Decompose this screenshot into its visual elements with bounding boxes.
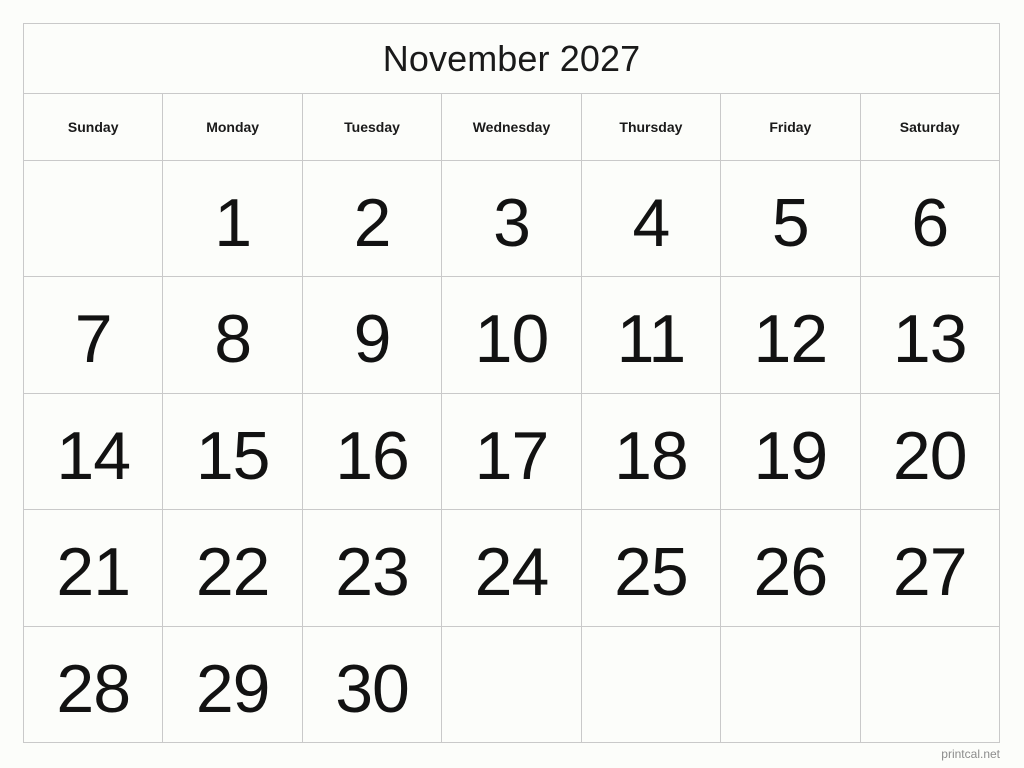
- day-number: 16: [335, 417, 410, 494]
- footer-credit-label: printcal.net: [941, 747, 1000, 761]
- day-cell-empty[interactable]: [442, 626, 582, 743]
- day-cell[interactable]: 5: [721, 161, 861, 277]
- day-number: 26: [753, 534, 829, 611]
- day-cell-empty[interactable]: [581, 626, 722, 743]
- weekday-header-thursday: Thursday: [581, 94, 722, 160]
- day-cell[interactable]: 16: [302, 393, 443, 510]
- weekday-header-friday: Friday: [721, 94, 861, 160]
- weekday-label: Friday: [769, 119, 812, 135]
- day-cell[interactable]: 7: [24, 277, 164, 393]
- day-cell-empty[interactable]: [721, 626, 861, 743]
- day-cell[interactable]: 4: [581, 161, 722, 277]
- weekday-label: Thursday: [619, 119, 683, 135]
- day-cell[interactable]: 24: [442, 510, 582, 626]
- day-number: 4: [632, 185, 670, 261]
- day-cell[interactable]: 13: [860, 277, 999, 393]
- weekday-header-wednesday: Wednesday: [442, 94, 582, 160]
- weekday-label: Saturday: [899, 119, 960, 135]
- page-title: November 2027: [382, 37, 641, 79]
- day-number: 5: [771, 185, 810, 261]
- week-row: 14 15 16 17 18 19 20: [24, 393, 999, 511]
- day-number: 30: [335, 650, 410, 727]
- day-number: 17: [474, 417, 550, 494]
- day-number: 18: [614, 417, 689, 494]
- weekday-header-tuesday: Tuesday: [302, 94, 443, 160]
- day-cell[interactable]: 25: [581, 510, 722, 626]
- day-number: 21: [56, 534, 131, 611]
- day-cell[interactable]: 15: [163, 393, 303, 510]
- weekday-header-row: Sunday Monday Tuesday Wednesday Thursday Frid…: [24, 94, 999, 161]
- day-number: 2: [353, 185, 392, 261]
- weekday-header-monday: Monday: [163, 94, 303, 160]
- calendar-footer: printcal.net: [800, 745, 1000, 763]
- calendar-page: November 2027 Sunday Monday Tuesday Wednesd…: [0, 0, 1024, 768]
- day-cell-empty[interactable]: [860, 626, 999, 743]
- day-number: 11: [616, 301, 687, 378]
- day-cell[interactable]: 14: [24, 393, 164, 510]
- weekday-label: Tuesday: [344, 119, 400, 135]
- day-number: 22: [195, 534, 271, 611]
- day-cell[interactable]: 19: [721, 393, 861, 510]
- day-cell[interactable]: 6: [860, 161, 999, 277]
- week-row: 1 2 3 4 5 6: [24, 161, 999, 278]
- calendar-title-row: November 2027: [24, 24, 999, 94]
- day-cell[interactable]: 30: [302, 626, 443, 743]
- day-number: 6: [911, 185, 949, 261]
- day-number: 3: [493, 185, 531, 261]
- calendar-table: November 2027 Sunday Monday Tuesday Wednesd…: [23, 23, 1000, 743]
- day-number: 29: [195, 650, 271, 727]
- day-cell[interactable]: 2: [302, 161, 443, 277]
- day-number: 23: [335, 534, 410, 611]
- day-cell[interactable]: 1: [163, 161, 303, 277]
- day-cell[interactable]: 27: [860, 510, 999, 626]
- day-number: 13: [892, 301, 968, 378]
- day-cell[interactable]: 26: [721, 510, 861, 626]
- week-row: 7 8 9 10 11 12 13: [24, 277, 999, 394]
- weekday-label: Wednesday: [472, 119, 551, 135]
- day-number: 8: [214, 301, 252, 378]
- day-cell-empty[interactable]: [24, 161, 164, 277]
- day-number: 24: [474, 534, 550, 611]
- day-cell[interactable]: 11: [581, 277, 722, 393]
- day-cell[interactable]: 20: [860, 393, 999, 510]
- day-number: 12: [753, 301, 829, 378]
- day-number: 20: [892, 417, 968, 494]
- day-cell[interactable]: 3: [442, 161, 582, 277]
- day-cell[interactable]: 23: [302, 510, 443, 626]
- day-cell[interactable]: 12: [721, 277, 861, 393]
- day-number: 14: [56, 417, 131, 494]
- day-number: 27: [892, 534, 968, 611]
- day-number: 10: [474, 301, 550, 378]
- weekday-header-sunday: Sunday: [24, 94, 164, 160]
- day-cell[interactable]: 10: [442, 277, 582, 393]
- day-number: 7: [74, 301, 113, 378]
- week-row: 21 22 23 24 25 26 27: [24, 510, 999, 627]
- day-number: 28: [56, 650, 131, 727]
- day-number: 9: [353, 301, 392, 378]
- day-grid: 1 2 3 4 5 6 7 8 9 10 11 12 13 14 15 16 17 18 19 20 21 22 23 24 2…: [24, 161, 999, 743]
- day-cell[interactable]: 22: [163, 510, 303, 626]
- day-cell[interactable]: 18: [581, 393, 722, 510]
- day-cell[interactable]: 21: [24, 510, 164, 626]
- day-cell[interactable]: 28: [24, 626, 164, 743]
- day-number: 15: [195, 417, 271, 494]
- weekday-label: Sunday: [67, 119, 119, 135]
- day-number: 19: [753, 417, 829, 494]
- weekday-header-saturday: Saturday: [860, 94, 999, 160]
- day-cell[interactable]: 9: [302, 277, 443, 393]
- day-number: 25: [614, 534, 689, 611]
- day-cell[interactable]: 29: [163, 626, 303, 743]
- day-cell[interactable]: 8: [163, 277, 303, 393]
- week-row: 28 29 30: [24, 626, 999, 743]
- day-cell[interactable]: 17: [442, 393, 582, 510]
- weekday-label: Monday: [206, 119, 260, 135]
- day-number: 1: [214, 185, 252, 261]
